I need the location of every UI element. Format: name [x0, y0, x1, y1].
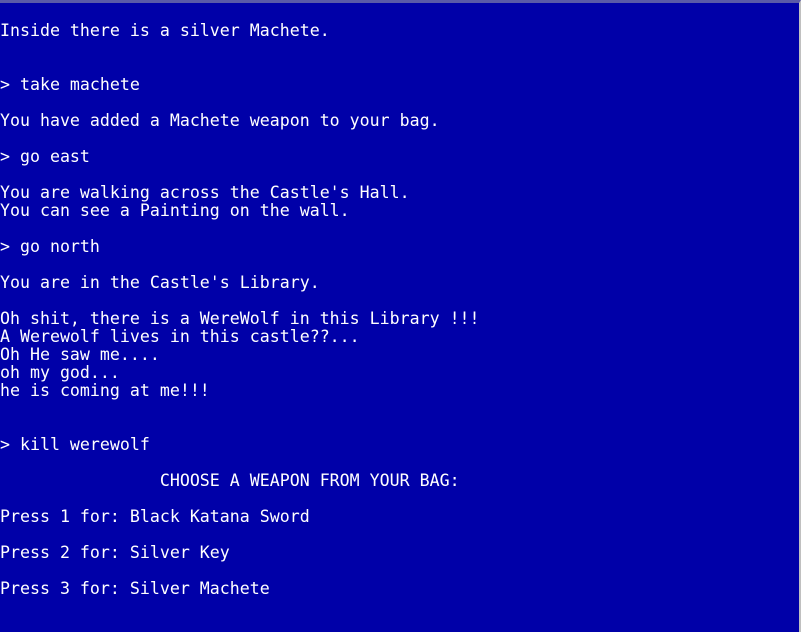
- console-command-line: > kill werewolf: [0, 435, 150, 454]
- console-window[interactable]: Inside there is a silver Machete. > take…: [0, 0, 801, 632]
- weapon-option-2: Press 2 for: Silver Key: [0, 543, 230, 562]
- console-line: oh my god...: [0, 363, 120, 382]
- console-line: You are in the Castle's Library.: [0, 273, 320, 292]
- console-line: You have added a Machete weapon to your …: [0, 111, 440, 130]
- console-line: he is coming at me!!!: [0, 381, 210, 400]
- console-line: Oh He saw me....: [0, 345, 160, 364]
- weapon-option-1: Press 1 for: Black Katana Sword: [0, 507, 310, 526]
- console-line: A Werewolf lives in this castle??...: [0, 327, 360, 346]
- console-command-line: > take machete: [0, 75, 140, 94]
- console-command-line: > go north: [0, 237, 100, 256]
- weapon-menu-heading: CHOOSE A WEAPON FROM YOUR BAG:: [0, 471, 460, 490]
- console-line: Inside there is a silver Machete.: [0, 21, 330, 40]
- console-command-line: > go east: [0, 147, 90, 166]
- console-line: You can see a Painting on the wall.: [0, 201, 350, 220]
- weapon-option-3: Press 3 for: Silver Machete: [0, 579, 270, 598]
- console-line: You are walking across the Castle's Hall…: [0, 183, 410, 202]
- console-output: Inside there is a silver Machete. > take…: [0, 22, 480, 598]
- console-line: Oh shit, there is a WereWolf in this Lib…: [0, 309, 480, 328]
